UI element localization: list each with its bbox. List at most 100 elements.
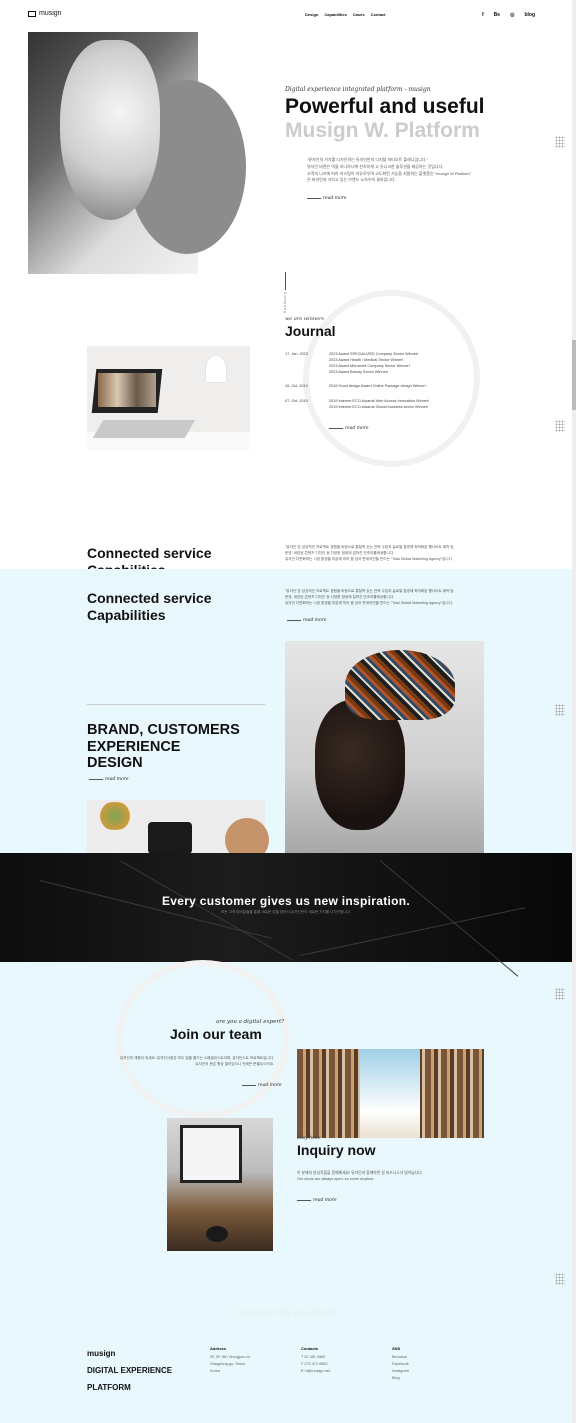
footer-contacts: Contacts T 02 451 9562 F 070 471 9562 E … <box>301 1345 330 1375</box>
journal-tagline: we are winners <box>285 316 324 322</box>
journal-date: 07. Oct. 2019 <box>285 399 308 403</box>
instagram-icon[interactable]: ◎ <box>510 12 514 18</box>
hero-desc-line: "뮤자인의 가치를 디자인하는 뮤자인만의 디지털 마티오트 플래니입니다." <box>307 157 429 162</box>
footer-contact-fax: F 070 471 9562 <box>301 1362 328 1367</box>
logo-text: musign <box>39 10 62 17</box>
brand-heading-line: BRAND, CUSTOMERS <box>87 722 240 738</box>
nav-design[interactable]: Design <box>305 12 318 17</box>
dots-icon <box>555 704 565 716</box>
capabilities-ghost-desc-line: 뮤자인 다변화하는 시장 환경을 미분에 따라 움 넘어 판세의빈을 만드는 "… <box>285 557 453 562</box>
hero-face-shape <box>60 40 160 220</box>
lamp-shape <box>205 355 227 383</box>
inquiry-description: 이 분께의 완성작을을 함께해세요! 뮤자인과 함께하면 일 비즈니스가 빛어납… <box>297 1170 477 1183</box>
hero-tagline: Digital experience integrated platform -… <box>285 86 431 93</box>
footer-contact-email[interactable]: E hi@musign.net <box>301 1368 330 1375</box>
footer-brand-line: musign <box>87 1349 116 1358</box>
laptop-keyboard <box>92 420 196 438</box>
footer-sns-heading: SNS <box>392 1346 401 1351</box>
footer-brand: musign DIGITAL EXPERIENCE PLATFORM <box>87 1346 172 1396</box>
dots-icon <box>555 420 565 432</box>
nav-cases[interactable]: Cases <box>353 12 365 17</box>
banner-subtitle: 모든 고객 여러분들을 통해 새로운 감을 얻어서 뮤자인만의 새로운 가치를 … <box>220 910 351 914</box>
journal-item: 2023 Award Beauty Sector Winner! <box>329 370 389 375</box>
scrollbar-thumb[interactable] <box>572 340 576 410</box>
footer-contacts-heading: Contacts <box>301 1346 319 1351</box>
team-description: 뮤자인의 재원이 되세요: 뮤자인사람은 모두 일을 즐기는 스페셜리스트이며,… <box>100 1055 274 1067</box>
inquiry-tagline: Easy hello <box>297 1136 321 1141</box>
hero-title: Powerful and useful <box>285 95 485 118</box>
hero-desc-line: 은 비지언과 가치고 있는 브랜드 노하우의 결과입니다. <box>307 177 396 183</box>
footer-sns-facebook[interactable]: Facebook <box>392 1361 409 1368</box>
logo[interactable]: musign <box>28 10 62 17</box>
team-tagline: are you a digital expert? <box>216 1019 285 1025</box>
brand-heading-line: DESIGN <box>87 755 143 772</box>
footer-sns: SNS Behance Facebook Instagram Blog <box>392 1345 409 1382</box>
hero-read-more[interactable]: read more <box>307 196 347 201</box>
phone-shape <box>148 822 192 854</box>
capabilities-read-more[interactable]: read more <box>287 618 327 623</box>
monitor-shape <box>180 1125 242 1183</box>
footer-address-line: Gangdong-gu, Seoul <box>210 1362 246 1367</box>
team-read-more[interactable]: read more <box>242 1083 282 1088</box>
brand-heading: BRAND, CUSTOMERS EXPERIENCE DESIGN <box>87 722 240 772</box>
page-scrollbar[interactable] <box>572 0 576 1423</box>
hero-subtitle: Musign W. Platform <box>285 119 480 142</box>
banner-title: Every customer gives us new inspiration. <box>161 894 411 908</box>
team-title: Join our team <box>170 1026 262 1042</box>
capabilities-desc-line: 뮤자인 다변화하는 시장 환경을 미분에 따라 움 넘어 판세의빈을 만드는 "… <box>285 601 453 606</box>
inquiry-title: Inquiry now <box>297 1142 376 1158</box>
journal-item: 2019 Good design Award Online Package de… <box>329 384 426 388</box>
capabilities-title-line: Capabilities <box>87 606 166 623</box>
divider <box>285 272 286 290</box>
plant-shape <box>95 802 135 830</box>
nav-contact[interactable]: Contact <box>371 12 386 17</box>
library-skylight <box>360 1049 420 1138</box>
footer-brand-line: DIGITAL EXPERIENCE <box>87 1365 173 1375</box>
footer-address-line: Korea <box>210 1368 221 1373</box>
main-nav: Design Capabilities Cases Contact <box>305 12 385 17</box>
footer-watermark: musigned by musigned <box>235 1307 337 1317</box>
behance-icon[interactable]: Be <box>494 12 500 18</box>
footer-sns-behance[interactable]: Behance <box>392 1354 409 1361</box>
journal-date: 15. Oct. 2019 <box>285 384 308 388</box>
dots-icon <box>555 988 565 1000</box>
team-desc-line: 뮤자인의 문은 항상 열려있으니 언제든 문을두드려요. <box>195 1062 274 1067</box>
footer-section <box>0 1309 572 1423</box>
footer-contact-phone[interactable]: T 02 451 9562 <box>301 1354 330 1361</box>
footer-address: Address 3F, 5F, 8th Yeongjuro-ro Gangdon… <box>210 1345 250 1375</box>
page: musign Design Capabilities Cases Contact… <box>0 0 576 1423</box>
laptop-screen-content <box>98 373 156 407</box>
inquiry-desc-line: Our doors are always open, so come anyti… <box>297 1177 375 1182</box>
footer-sns-instagram[interactable]: Instagram <box>392 1368 409 1375</box>
footer-address-line: 3F, 5F, 8th Yeongjuro-ro <box>210 1355 251 1360</box>
capabilities-title: Connected service Capabilities <box>87 590 212 624</box>
footer-sns-blog[interactable]: Blog <box>392 1375 409 1382</box>
dots-icon <box>555 1273 565 1285</box>
footer-address-heading: Address <box>210 1346 227 1351</box>
brand-read-more[interactable]: read more <box>89 777 129 782</box>
capabilities-title-line: Connected service <box>87 590 212 606</box>
blog-link[interactable]: blog <box>524 12 535 18</box>
mug-shape <box>206 1226 228 1242</box>
footer-brand-line: PLATFORM <box>87 1382 131 1392</box>
dots-icon <box>555 136 565 148</box>
journal-date: 17. Jan. 2023 <box>285 352 309 356</box>
journal-title: Journal <box>285 323 336 339</box>
facebook-icon[interactable]: f <box>482 12 484 18</box>
capabilities-ghost-line: Capabilities <box>87 562 212 569</box>
logo-icon <box>28 10 36 17</box>
social-links: f Be ◎ blog <box>482 12 535 18</box>
hero-desc-line: 뮤자인 비젼은 먹을 하나하나에 친숙하게 고 유니크한 솔루션을 제공하는 것… <box>307 163 444 169</box>
journal-read-more[interactable]: read more <box>329 426 369 431</box>
journal-entry: 2023 Award SPECIALIZED Company Sector Wi… <box>329 351 418 375</box>
capabilities-title-ghost: Connected service Capabilities <box>87 545 212 569</box>
journal-entry: 2019 Internet ECO-Awards Web Access Inno… <box>329 398 429 410</box>
journal-ring <box>303 290 480 467</box>
nav-capabilities[interactable]: Capabilities <box>324 12 346 17</box>
journal-entry: 2019 Good design Award Online Package de… <box>329 383 426 389</box>
capabilities-description: "뮤자인"은 성공적인 프로젝트 경험을 바탕으로 통찰력 있는 전략 수립과 … <box>285 588 485 606</box>
portrait-turban-shape <box>345 650 455 720</box>
hero-description: "뮤자인의 가치를 디자인하는 뮤자인만의 디지털 마티오트 플래니입니다." … <box>307 157 547 184</box>
inquiry-read-more[interactable]: read more <box>297 1198 337 1203</box>
capabilities-desc-ghost: "뮤자인"은 성공적인 프로젝트 경험을 바탕으로 통찰력 있는 전략 수립과 … <box>285 544 485 569</box>
